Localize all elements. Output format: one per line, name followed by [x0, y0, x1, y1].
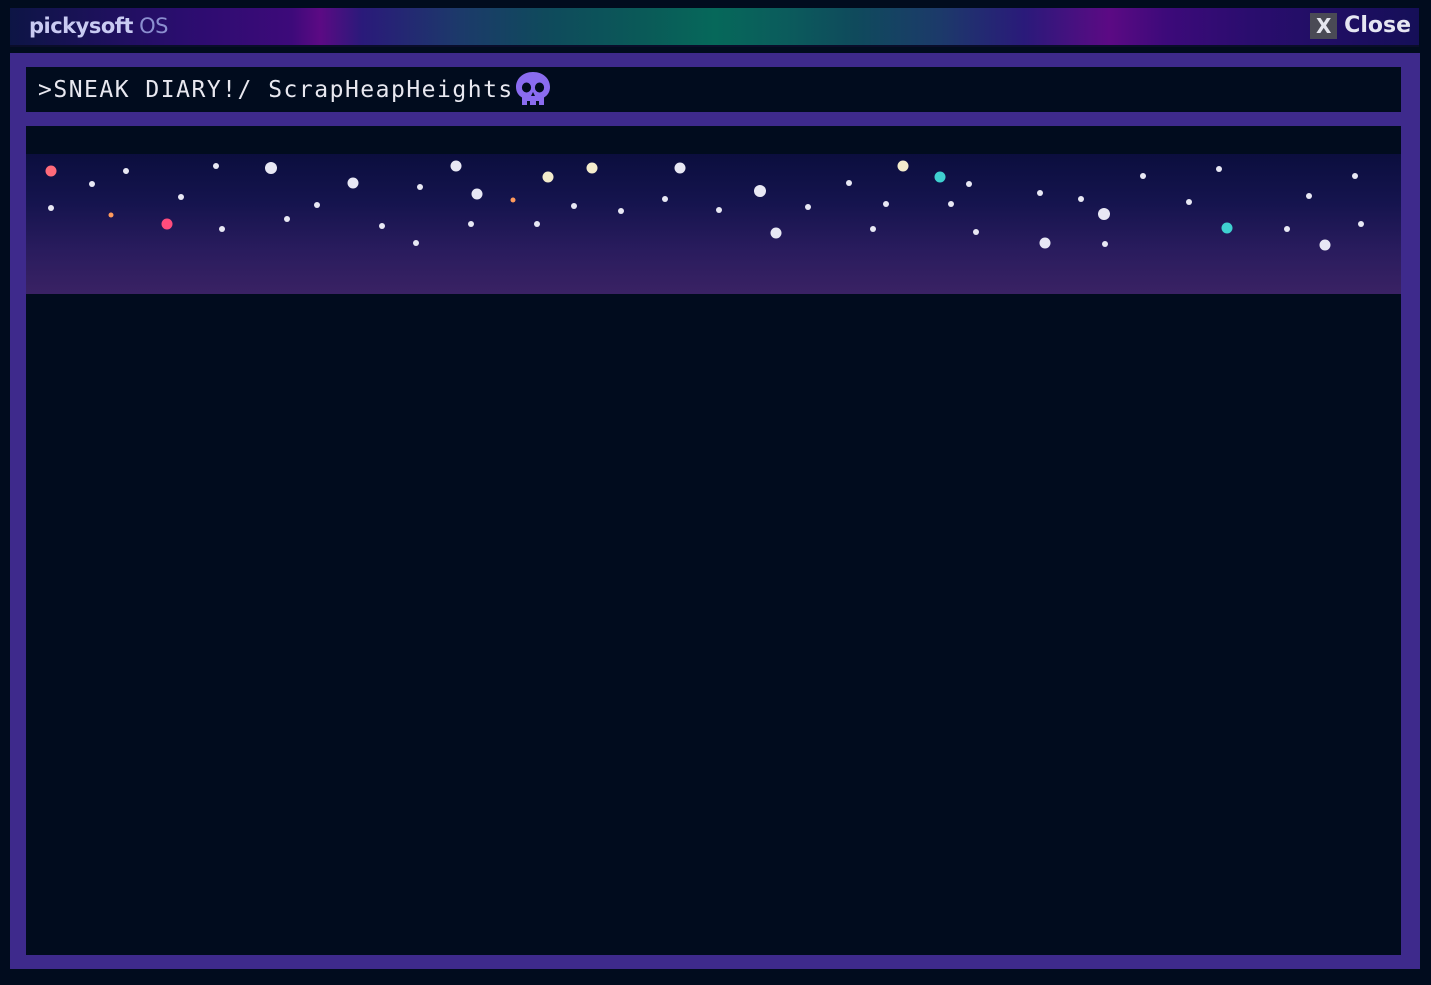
star	[754, 185, 766, 197]
star	[1319, 239, 1331, 251]
star	[45, 165, 57, 177]
star	[108, 212, 114, 218]
star	[347, 177, 359, 189]
star	[314, 202, 320, 208]
star	[265, 162, 277, 174]
star	[1358, 221, 1364, 227]
address-bar: >SNEAK DIARY!/ ScrapHeapHeights	[26, 67, 1401, 112]
star	[413, 240, 419, 246]
star	[934, 171, 946, 183]
star	[805, 204, 811, 210]
star	[450, 160, 462, 172]
star	[510, 197, 516, 203]
star	[1284, 226, 1290, 232]
brand-name: pickysoft	[29, 14, 133, 38]
star	[716, 207, 722, 213]
star	[1221, 222, 1233, 234]
star	[219, 226, 225, 232]
star	[770, 227, 782, 239]
diary-content	[26, 126, 1401, 955]
star	[966, 181, 972, 187]
os-titlebar: pickysoft OS X Close	[10, 8, 1419, 47]
star	[534, 221, 540, 227]
star	[1078, 196, 1084, 202]
brand-os: OS	[139, 14, 168, 38]
star	[417, 184, 423, 190]
star	[161, 218, 173, 230]
star	[870, 226, 876, 232]
os-brand: pickysoft OS	[29, 12, 168, 40]
address-path: >SNEAK DIARY!/ ScrapHeapHeights	[38, 77, 514, 103]
star	[973, 229, 979, 235]
star	[948, 201, 954, 207]
star	[379, 223, 385, 229]
star	[1039, 237, 1051, 249]
star	[1037, 190, 1043, 196]
star	[178, 194, 184, 200]
star	[1186, 199, 1192, 205]
star	[846, 180, 852, 186]
star	[662, 196, 668, 202]
star	[284, 216, 290, 222]
star	[1140, 173, 1146, 179]
star	[618, 208, 624, 214]
star	[48, 205, 54, 211]
star	[471, 188, 483, 200]
star	[123, 168, 129, 174]
star	[674, 162, 686, 174]
close-icon[interactable]: X	[1310, 13, 1338, 39]
star	[586, 162, 598, 174]
star	[1102, 241, 1108, 247]
diary-window: >SNEAK DIARY!/ ScrapHeapHeights	[10, 53, 1420, 969]
star	[1216, 166, 1222, 172]
star	[89, 181, 95, 187]
star	[213, 163, 219, 169]
star	[542, 171, 554, 183]
starfield-banner	[26, 154, 1401, 294]
close-button[interactable]: X Close	[1310, 12, 1411, 40]
close-label[interactable]: Close	[1344, 12, 1411, 40]
star	[897, 160, 909, 172]
starfield	[45, 160, 1364, 251]
star	[1352, 173, 1358, 179]
skull-icon	[516, 72, 550, 105]
star	[571, 203, 577, 209]
star	[1306, 193, 1312, 199]
star	[883, 201, 889, 207]
star	[468, 221, 474, 227]
star	[1098, 208, 1110, 220]
